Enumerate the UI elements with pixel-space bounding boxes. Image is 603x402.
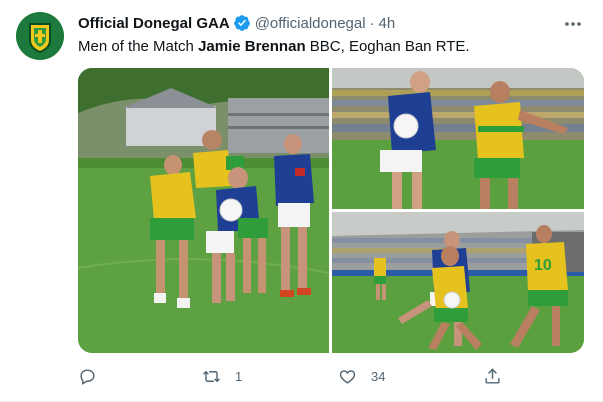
tweet-header: Official Donegal GAA @officialdonegal · … <box>78 14 395 32</box>
photo-player-kick[interactable]: 10 <box>332 212 584 353</box>
share-button[interactable] <box>483 364 502 388</box>
retweet-button[interactable]: 1 <box>202 364 242 388</box>
verified-badge-icon <box>233 15 250 31</box>
photo-player-chase[interactable] <box>332 68 584 209</box>
share-icon <box>485 367 500 384</box>
tweet-text-prefix: Men of the Match <box>78 38 199 55</box>
like-button[interactable]: 34 <box>338 364 385 388</box>
retweet-count: 1 <box>235 368 243 384</box>
retweet-icon <box>203 370 220 382</box>
svg-text:10: 10 <box>534 257 552 274</box>
tweet[interactable]: Official Donegal GAA @officialdonegal · … <box>0 0 603 402</box>
media-grid: 10 <box>78 68 584 353</box>
tweet-text: Men of the Match Jamie Brennan BBC, Eogh… <box>78 38 470 55</box>
separator: · <box>369 14 375 32</box>
more-horizontal-icon <box>565 22 581 26</box>
tweet-text-suffix: BBC, Eoghan Ban RTE. <box>305 38 470 55</box>
timestamp[interactable]: 4h <box>379 15 396 32</box>
display-name[interactable]: Official Donegal GAA <box>78 15 230 32</box>
like-icon <box>339 369 356 384</box>
donegal-crest-icon <box>16 12 64 60</box>
tweet-text-player-name: Jamie Brennan <box>198 38 306 55</box>
avatar[interactable] <box>16 12 64 60</box>
handle[interactable]: @officialdonegal <box>255 15 366 32</box>
tweet-actions: 1 34 <box>78 364 500 388</box>
more-options-button[interactable] <box>563 14 583 34</box>
reply-icon <box>80 368 95 385</box>
photo-tackle-group[interactable] <box>78 68 329 353</box>
like-count: 34 <box>371 368 386 384</box>
reply-button[interactable] <box>78 364 97 388</box>
